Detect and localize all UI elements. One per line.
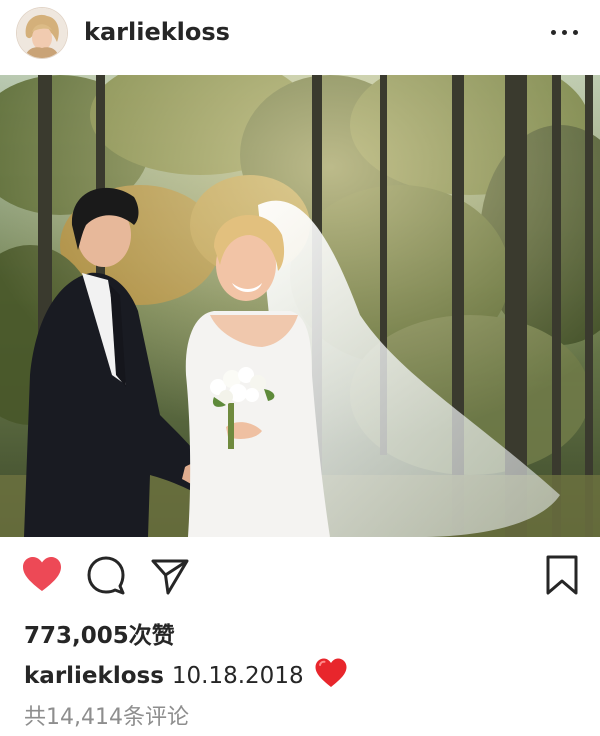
like-button[interactable] bbox=[20, 553, 64, 597]
red-heart-emoji bbox=[314, 657, 348, 695]
bookmark-icon bbox=[546, 555, 578, 595]
send-icon bbox=[151, 559, 189, 595]
wedding-photo bbox=[0, 75, 600, 537]
profile-avatar[interactable] bbox=[17, 8, 67, 58]
avatar-photo bbox=[17, 8, 67, 58]
comment-button[interactable] bbox=[84, 553, 128, 597]
likes-count[interactable]: 773,005次赞 bbox=[24, 616, 175, 650]
more-options-icon[interactable] bbox=[548, 20, 582, 44]
post-header: karliekloss bbox=[0, 0, 600, 72]
heart-emoji-icon bbox=[315, 658, 347, 687]
comment-icon bbox=[87, 556, 125, 595]
caption-username[interactable]: karliekloss bbox=[24, 663, 164, 689]
post-caption: karliekloss 10.18.2018 bbox=[24, 657, 348, 695]
view-comments-link[interactable]: 共14,414条评论 bbox=[24, 699, 189, 731]
save-button[interactable] bbox=[540, 553, 584, 597]
caption-text: 10.18.2018 bbox=[171, 663, 304, 689]
post-image[interactable] bbox=[0, 75, 600, 537]
heart-filled-icon bbox=[23, 557, 61, 591]
post-action-bar bbox=[0, 545, 600, 605]
share-button[interactable] bbox=[148, 553, 192, 597]
header-username[interactable]: karliekloss bbox=[84, 18, 230, 46]
